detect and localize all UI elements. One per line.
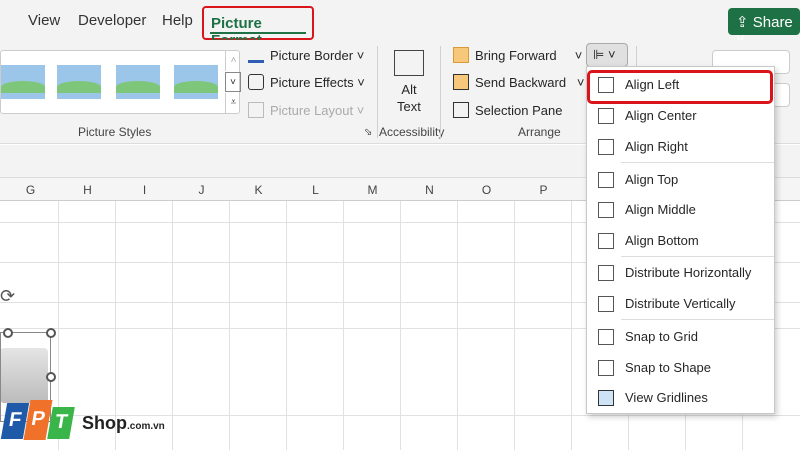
snap-to-shape-icon (598, 360, 614, 376)
tab-developer[interactable]: Developer (78, 12, 146, 29)
menu-item-align-middle[interactable]: Align Middle (587, 195, 774, 225)
picture-effects-button[interactable]: Picture Effects ˅ (248, 74, 365, 90)
snap-to-grid-icon (598, 329, 614, 345)
logo-domain: .com.vn (127, 421, 165, 432)
tab-view[interactable]: View (28, 12, 60, 29)
tab-help[interactable]: Help (162, 12, 193, 29)
label: Align Middle (625, 202, 696, 217)
style-thumb[interactable] (1, 65, 45, 99)
ribbon-tabs: View Developer Help (0, 0, 800, 40)
label: Align Center (625, 108, 697, 123)
layout-icon (248, 102, 264, 118)
divider (377, 46, 378, 138)
send-backward-icon (453, 74, 469, 90)
picture-styles-gallery[interactable]: ˄ ˅ ⩡ (0, 50, 241, 114)
column-header[interactable]: L (287, 183, 344, 197)
highlight-box (587, 70, 773, 104)
distribute-horizontally-icon (598, 265, 614, 281)
alt-text-icon (394, 50, 424, 76)
label: Align Bottom (625, 233, 699, 248)
align-right-icon (598, 139, 614, 155)
column-header[interactable]: P (515, 183, 572, 197)
column-header[interactable]: O (458, 183, 515, 197)
label: Picture Border (270, 48, 354, 63)
menu-item-distribute-vertically[interactable]: Distribute Vertically (587, 289, 774, 319)
share-label: Share (752, 14, 793, 31)
align-menu: Align Left Align Center Align Right Alig… (586, 66, 775, 414)
selection-pane-icon (453, 102, 469, 118)
tab-picture-format[interactable]: Picture Format (202, 6, 314, 49)
effects-icon (248, 74, 264, 90)
menu-separator (621, 256, 774, 257)
column-header[interactable]: H (59, 183, 116, 197)
label: Selection Pane (475, 103, 563, 118)
label: Alt (401, 82, 417, 97)
align-middle-icon (598, 202, 614, 218)
menu-item-align-bottom[interactable]: Align Bottom (587, 226, 774, 256)
share-icon: ⇪ (736, 14, 753, 31)
label: Snap to Shape (625, 360, 712, 375)
label: Snap to Grid (625, 329, 698, 344)
label: View Gridlines (625, 390, 708, 405)
menu-item-snap-to-shape[interactable]: Snap to Shape (587, 353, 774, 383)
more-styles-icon[interactable]: ⩡ (225, 93, 241, 113)
menu-item-snap-to-grid[interactable]: Snap to Grid (587, 322, 774, 352)
align-dropdown-button[interactable]: ⊫ ˅ (586, 43, 628, 67)
label: Distribute Vertically (625, 296, 736, 311)
picture-layout-button[interactable]: Picture Layout ˅ (248, 102, 364, 118)
column-header[interactable]: G (2, 183, 59, 197)
bring-forward-button[interactable]: Bring Forward ˅ (453, 47, 582, 63)
group-label-arrange: Arrange (518, 125, 561, 139)
distribute-vertically-icon (598, 296, 614, 312)
logo-shop: Shop (82, 413, 127, 433)
style-thumb[interactable] (116, 65, 160, 99)
bring-forward-icon (453, 47, 469, 63)
gridlines-icon (598, 390, 614, 406)
divider (440, 46, 441, 138)
column-header[interactable]: I (116, 183, 173, 197)
menu-item-distribute-horizontally[interactable]: Distribute Horizontally (587, 258, 774, 288)
share-button[interactable]: ⇪ Share ˅ (728, 8, 800, 48)
alt-text-button[interactable]: Alt (400, 82, 418, 97)
picture-border-button[interactable]: Picture Border ˅ (248, 47, 364, 63)
label: Align Top (625, 172, 679, 187)
group-label-picture-styles: Picture Styles (78, 125, 152, 139)
group-label-accessibility: Accessibility (379, 125, 445, 139)
style-thumb[interactable] (174, 65, 218, 99)
menu-item-align-right[interactable]: Align Right (587, 132, 774, 162)
label: Bring Forward (475, 48, 557, 63)
column-header[interactable]: K (230, 183, 287, 197)
pen-icon (248, 47, 264, 63)
resize-handle[interactable] (3, 328, 13, 338)
label: Send Backward (475, 75, 567, 90)
menu-separator (621, 319, 774, 320)
alt-text-label[interactable]: Text (397, 99, 421, 114)
style-thumb[interactable] (57, 65, 101, 99)
send-backward-button[interactable]: Send Backward ˅ (453, 74, 585, 90)
resize-handle[interactable] (46, 372, 56, 382)
menu-item-align-top[interactable]: Align Top (587, 165, 774, 195)
column-header[interactable]: J (173, 183, 230, 197)
label: Align Right (625, 139, 688, 154)
selection-pane-button[interactable]: Selection Pane (453, 102, 562, 118)
rotate-handle-icon[interactable]: ⟳ (0, 286, 15, 307)
scroll-down-icon[interactable]: ˅ (225, 72, 241, 92)
menu-separator (621, 162, 774, 163)
label: Picture Effects (270, 75, 354, 90)
scroll-up-icon[interactable]: ˄ (225, 51, 241, 71)
align-top-icon (598, 172, 614, 188)
align-left-icon: ⊫ (593, 47, 605, 62)
menu-item-view-gridlines[interactable]: View Gridlines (587, 383, 774, 413)
label: Picture Layout (270, 103, 354, 118)
label: Distribute Horizontally (625, 265, 752, 280)
column-header[interactable]: N (401, 183, 458, 197)
dialog-launcher-icon[interactable]: ⬂ (364, 127, 372, 138)
menu-item-align-center[interactable]: Align Center (587, 101, 774, 131)
column-header[interactable]: M (344, 183, 401, 197)
resize-handle[interactable] (46, 328, 56, 338)
align-bottom-icon (598, 233, 614, 249)
align-center-icon (598, 108, 614, 124)
